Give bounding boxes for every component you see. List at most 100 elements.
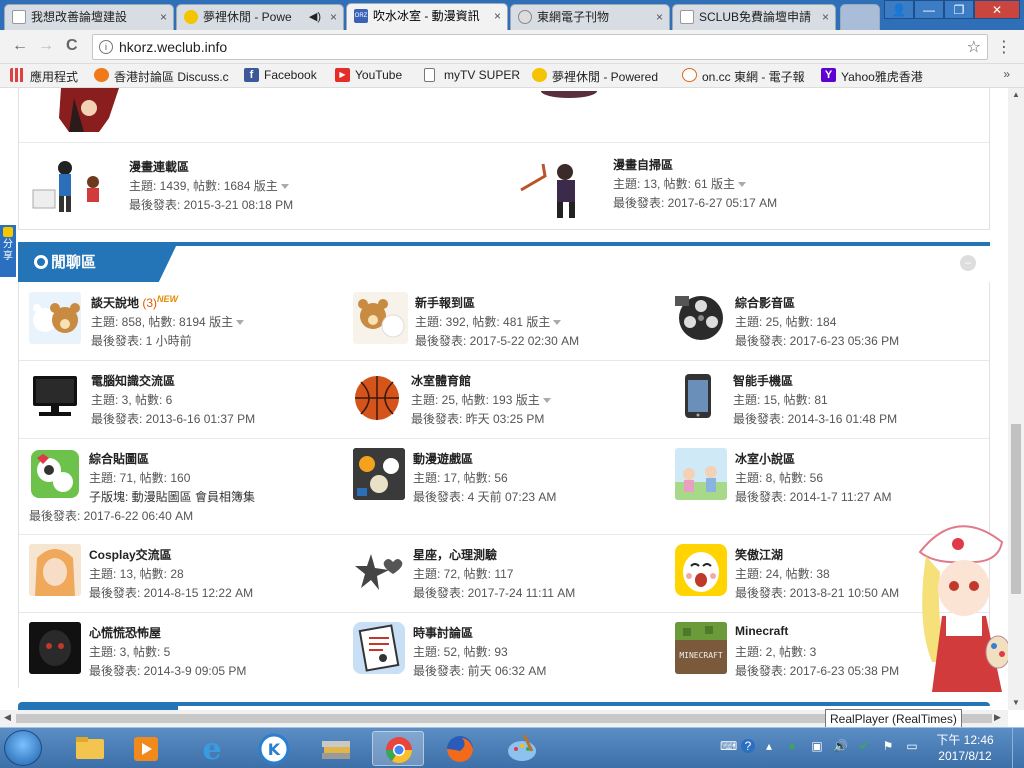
chevron-down-icon[interactable] — [280, 184, 289, 190]
last-post[interactable]: 最後發表: 2017-6-22 06:40 AM — [29, 507, 193, 524]
bookmark-oncc[interactable]: on.cc 東網 - 電子報 — [682, 68, 805, 85]
tab-4[interactable]: 東網電子刊物 × — [510, 4, 670, 30]
forum-name[interactable]: 漫畫自掃區 — [613, 156, 673, 173]
forum-cosplay[interactable]: Cosplay交流區 主題: 13, 帖數: 28 最後發表: 2014-8-1… — [29, 544, 349, 604]
tab-3-active[interactable]: ORZ 吹水冰室 - 動漫資訊 × — [346, 3, 508, 30]
firefox-icon[interactable] — [434, 731, 486, 766]
forum-horoscope[interactable]: 星座，心理測驗 主題: 72, 帖數: 117 最後發表: 2017-7-24 … — [353, 544, 673, 604]
last-post[interactable]: 最後發表: 2017-6-23 05:38 PM — [735, 662, 899, 679]
forum-newbie[interactable]: 新手報到區 主題: 392, 帖數: 481 版主 最後發表: 2017-5-2… — [353, 292, 673, 352]
forum-computer[interactable]: 電腦知識交流區 主題: 3, 帖數: 6 最後發表: 2013-6-16 01:… — [29, 370, 349, 430]
close-tab-icon[interactable]: × — [822, 5, 829, 29]
forum-name[interactable]: 動漫遊戲區 — [413, 450, 473, 467]
forum-sports[interactable]: 冰室體育館 主題: 25, 帖數: 193 版主 最後發表: 昨天 03:25 … — [353, 370, 673, 430]
forum-name[interactable]: 冰室小說區 — [735, 450, 795, 467]
bookmark-dreamland[interactable]: 夢裡休閒 - Powered — [532, 68, 658, 85]
bookmark-yahoo[interactable]: Y Yahoo雅虎香港 — [821, 68, 923, 85]
tab-1[interactable]: 我想改善論壇建設 × — [4, 4, 174, 30]
minimize-button[interactable]: — — [914, 0, 944, 19]
moderator-link[interactable]: 版主 — [711, 177, 735, 191]
address-bar[interactable]: i hkorz.weclub.info ☆ — [92, 34, 988, 60]
forum-comics-serial[interactable]: 漫畫連載區 主題: 1439, 帖數: 1684 版主 最後發表: 2015-3… — [29, 156, 499, 220]
share-tab[interactable]: 分享 — [0, 225, 16, 277]
bookmark-youtube[interactable]: ▶ YouTube — [335, 68, 402, 82]
bookmark-discuss[interactable]: 香港討論區 Discuss.c — [94, 68, 229, 85]
moderator-link[interactable]: 版主 — [516, 393, 540, 407]
scroll-up-icon[interactable]: ▲ — [1012, 90, 1020, 99]
forward-button[interactable]: → — [38, 37, 54, 55]
bookmark-star-icon[interactable]: ☆ — [967, 37, 981, 57]
last-post[interactable]: 最後發表: 2017-6-23 05:36 PM — [735, 332, 899, 349]
forum-smartphone[interactable]: 智能手機區 主題: 15, 帖數: 81 最後發表: 2014-3-16 01:… — [675, 370, 975, 430]
tab-5[interactable]: SCLUB免費論壇申請 × — [672, 4, 836, 30]
forum-name[interactable]: 時事討論區 — [413, 624, 473, 641]
forum-name[interactable]: 笑傲江湖 — [735, 546, 783, 563]
show-hidden-icons-icon[interactable]: ▴ — [762, 739, 776, 753]
subforums[interactable]: 子版塊: 動漫貼圖區 會員相簿集 — [89, 488, 255, 505]
forum-name[interactable]: 新手報到區 — [415, 294, 475, 311]
bookmark-mytv[interactable]: myTV SUPER — [424, 68, 520, 82]
chevron-down-icon[interactable] — [738, 182, 747, 188]
scroll-right-icon[interactable]: ▶ — [994, 712, 1001, 723]
close-tab-icon[interactable]: × — [160, 5, 167, 29]
forum-name[interactable]: 冰室體育館 — [411, 372, 471, 389]
last-post[interactable]: 最後發表: 2014-3-16 01:48 PM — [733, 410, 897, 427]
internet-explorer-icon[interactable]: e — [186, 731, 238, 767]
last-post[interactable]: 最後發表: 2013-8-21 10:50 AM — [735, 584, 899, 601]
media-player-icon[interactable] — [120, 731, 172, 766]
last-post[interactable]: 最後發表: 4 天前 07:23 AM — [413, 488, 556, 505]
section-title[interactable]: 閒聊區 — [34, 251, 96, 272]
last-post[interactable]: 最後發表: 2015-3-21 08:18 PM — [129, 196, 293, 213]
maximize-button[interactable]: ❐ — [944, 0, 974, 19]
forum-av[interactable]: 綜合影音區 主題: 25, 帖數: 184 最後發表: 2017-6-23 05… — [675, 292, 975, 352]
keyboard-icon[interactable]: ⌨ — [720, 739, 737, 753]
shield-icon[interactable]: ▣ — [810, 739, 824, 753]
last-post[interactable]: 最後發表: 2014-8-15 12:22 AM — [89, 584, 253, 601]
bookmark-apps[interactable]: 應用程式 — [10, 68, 78, 85]
stack-app-icon[interactable] — [310, 731, 362, 766]
forum-name[interactable]: 綜合影音區 — [735, 294, 795, 311]
forum-name[interactable]: 星座，心理測驗 — [413, 546, 497, 563]
url-text[interactable]: hkorz.weclub.info — [119, 39, 227, 55]
tab-2[interactable]: 夢裡休閒 - Powe ◀) × — [176, 4, 344, 30]
forum-name[interactable]: 心慌慌恐怖屋 — [89, 624, 161, 641]
last-post[interactable]: 最後發表: 昨天 03:25 PM — [411, 410, 544, 427]
bookmark-facebook[interactable]: f Facebook — [244, 68, 317, 82]
forum-novels[interactable]: 冰室小說區 主題: 8, 帖數: 56 最後發表: 2014-1-7 11:27… — [675, 448, 975, 508]
forum-comics-scan[interactable]: 漫畫自掃區 主題: 13, 帖數: 61 版主 最後發表: 2017-6-27 … — [517, 156, 977, 220]
forum-chat[interactable]: 談天說地 (3)NEW 主題: 858, 帖數: 8194 版主 最後發表: 1… — [29, 292, 349, 352]
last-post[interactable]: 最後發表: 2017-5-22 02:30 AM — [415, 332, 579, 349]
moderator-link[interactable]: 版主 — [209, 315, 233, 329]
mascot-image[interactable] — [906, 512, 1008, 710]
help-icon[interactable]: ? — [741, 739, 755, 753]
forum-news[interactable]: 時事討論區 主題: 52, 帖數: 93 最後發表: 前天 06:32 AM — [353, 622, 673, 682]
last-post[interactable]: 最後發表: 2017-6-27 05:17 AM — [613, 194, 777, 211]
volume-icon[interactable]: 🔊 — [833, 739, 848, 753]
start-button[interactable] — [4, 730, 42, 766]
forum-pictures[interactable]: 綜合貼圖區 主題: 71, 帖數: 160 子版塊: 動漫貼圖區 會員相簿集 最… — [29, 448, 349, 528]
last-post[interactable]: 最後發表: 2014-1-7 11:27 AM — [735, 488, 892, 505]
chevron-down-icon[interactable] — [542, 398, 551, 404]
vertical-scrollbar[interactable]: ▲ ▼ — [1008, 88, 1024, 710]
more-bookmarks-icon[interactable]: » — [1003, 67, 1010, 81]
close-tab-icon[interactable]: × — [656, 5, 663, 29]
new-tab-button[interactable] — [840, 4, 880, 30]
back-button[interactable]: ← — [12, 37, 28, 55]
forum-name[interactable]: 智能手機區 — [733, 372, 793, 389]
scroll-down-icon[interactable]: ▼ — [1012, 698, 1020, 707]
check-icon[interactable]: ✔ — [857, 739, 871, 753]
forum-name[interactable]: 電腦知識交流區 — [91, 372, 175, 389]
info-icon[interactable]: i — [99, 40, 113, 54]
green-status-icon[interactable]: ● — [785, 739, 799, 753]
chrome-icon[interactable] — [372, 731, 424, 766]
last-post[interactable]: 最後發表: 前天 06:32 AM — [413, 662, 546, 679]
k-app-icon[interactable]: K — [248, 731, 300, 766]
last-post[interactable]: 最後發表: 2014-3-9 09:05 PM — [89, 662, 246, 679]
show-desktop-button[interactable] — [1012, 728, 1024, 768]
forum-anime-games[interactable]: 動漫遊戲區 主題: 17, 帖數: 56 最後發表: 4 天前 07:23 AM — [353, 448, 673, 508]
forum-horror[interactable]: 心慌慌恐怖屋 主題: 3, 帖數: 5 最後發表: 2014-3-9 09:05… — [29, 622, 349, 682]
forum-name[interactable]: 綜合貼圖區 — [89, 450, 149, 467]
reload-button[interactable]: C — [66, 37, 78, 55]
moderator-link[interactable]: 版主 — [526, 315, 550, 329]
speaker-icon[interactable]: ◀) — [309, 5, 321, 29]
